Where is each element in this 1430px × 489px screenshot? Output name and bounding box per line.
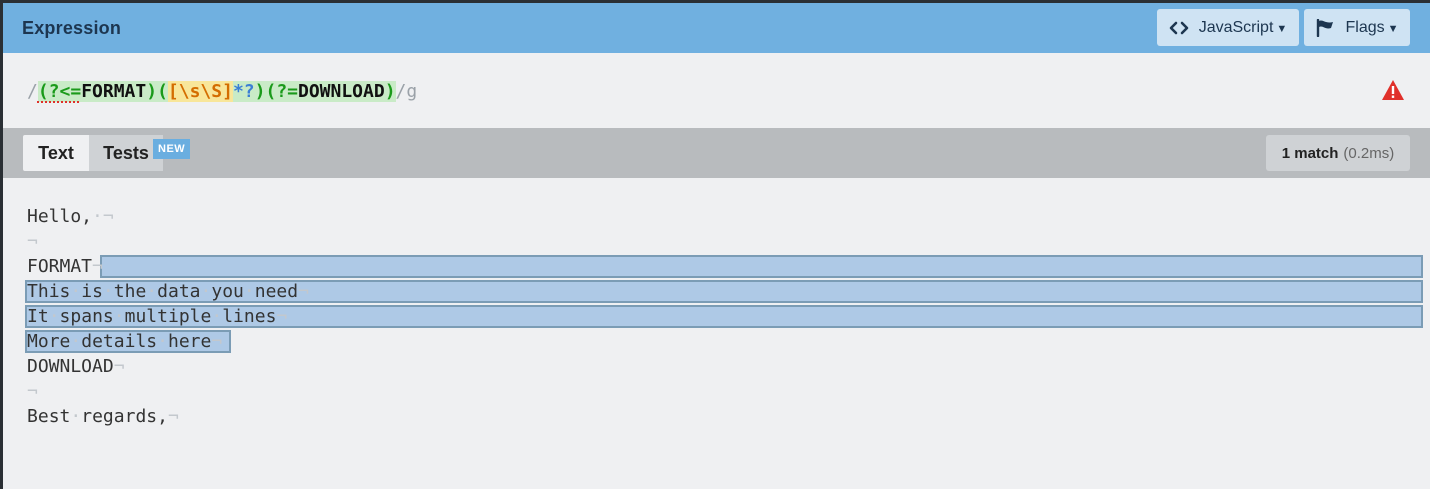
line-text: Hello, xyxy=(27,206,93,227)
line-text: This·is·the·data·you·need xyxy=(27,281,299,302)
expression-header: Expression JavaScript ▼ Flags ▼ xyxy=(3,3,1430,53)
match-highlight xyxy=(100,255,1423,278)
text-line: ¬ xyxy=(27,379,38,404)
new-badge: NEW xyxy=(153,139,191,159)
lookahead-close-token: ) xyxy=(384,81,396,102)
line-text: More·details·here xyxy=(27,331,212,352)
lookbehind-group: (?<=FORMAT) xyxy=(37,81,158,102)
space-marker: · xyxy=(48,306,60,327)
capture-group-close: ) xyxy=(254,81,266,102)
flags-label: Flags xyxy=(1345,18,1385,36)
text-line: FORMAT¬ xyxy=(27,254,103,279)
match-info-badge[interactable]: 1 match (0.2ms) xyxy=(1266,135,1410,171)
whitespace-marker: ¬ xyxy=(113,356,125,377)
line-text: FORMAT xyxy=(27,256,93,277)
line-text: DOWNLOAD xyxy=(27,356,114,377)
regex-expression-input[interactable]: /(?<=FORMAT)([\s\S]*?)(?=DOWNLOAD)/g xyxy=(27,81,417,103)
expression-title: Expression xyxy=(22,18,122,38)
space-marker: · xyxy=(157,331,168,352)
text-line: Hello,·¬ xyxy=(27,204,114,229)
regex-open-slash: / xyxy=(27,81,38,102)
space-marker: · xyxy=(113,306,125,327)
lookbehind-literal: FORMAT xyxy=(81,81,147,102)
character-set-token: [\s\S] xyxy=(167,81,233,102)
line-text: Best·regards, xyxy=(27,406,168,427)
chevron-down-icon: ▼ xyxy=(1387,22,1399,35)
match-time: (0.2ms) xyxy=(1343,144,1395,162)
tab-tests[interactable]: Tests xyxy=(89,135,163,171)
space-marker: · xyxy=(70,281,82,302)
lazy-quantifier-token: *? xyxy=(232,81,255,102)
chevron-down-icon: ▼ xyxy=(1276,22,1288,35)
flags-button[interactable]: Flags ▼ xyxy=(1304,9,1410,46)
warning-triangle-icon[interactable] xyxy=(1381,79,1405,101)
space-marker: · xyxy=(70,406,82,427)
tab-text[interactable]: Text xyxy=(23,135,89,171)
space-marker: · xyxy=(243,281,255,302)
whitespace-marker: ¬ xyxy=(298,281,309,302)
regex-flags[interactable]: g xyxy=(406,81,417,102)
test-string-editor[interactable]: Hello,·¬ ¬ FORMAT¬ This·is·the·data·you·… xyxy=(3,178,1430,489)
regex-close-slash: / xyxy=(395,81,407,102)
space-marker: · xyxy=(70,331,82,352)
flag-icon xyxy=(1315,18,1335,37)
lookbehind-close-token: ) xyxy=(146,81,158,102)
expression-input-row[interactable]: /(?<=FORMAT)([\s\S]*?)(?=DOWNLOAD)/g xyxy=(3,53,1430,128)
lookahead-group: (?=DOWNLOAD) xyxy=(265,81,396,102)
javascript-flavor-label: JavaScript xyxy=(1198,18,1274,36)
capture-group-open: ( xyxy=(157,81,168,102)
lookahead-open-token: (?= xyxy=(265,81,298,102)
code-brackets-icon xyxy=(1169,21,1189,35)
text-line: This·is·the·data·you·need¬ xyxy=(27,279,309,304)
space-marker: · xyxy=(146,281,158,302)
space-marker: · xyxy=(200,281,212,302)
space-marker: · xyxy=(211,306,223,327)
whitespace-marker: ¬ xyxy=(27,231,38,252)
line-text: It·spans·multiple·lines xyxy=(27,306,277,327)
space-marker: · xyxy=(102,281,114,302)
whitespace-marker: ¬ xyxy=(92,256,103,277)
text-line: DOWNLOAD¬ xyxy=(27,354,125,379)
javascript-flavor-button[interactable]: JavaScript ▼ xyxy=(1157,9,1299,46)
text-line: ¬ xyxy=(27,229,38,254)
match-count: 1 match xyxy=(1281,144,1339,162)
text-tabs-bar: Text Tests NEW 1 match (0.2ms) xyxy=(3,128,1430,178)
text-line: It·spans·multiple·lines¬ xyxy=(27,304,287,329)
whitespace-marker: ¬ xyxy=(211,331,223,352)
whitespace-marker: ¬ xyxy=(27,381,38,402)
text-line: Best·regards,¬ xyxy=(27,404,179,429)
whitespace-marker: ·¬ xyxy=(92,206,114,227)
lookbehind-open-token: (?<= xyxy=(37,81,82,102)
lookahead-literal: DOWNLOAD xyxy=(298,81,385,102)
whitespace-marker: ¬ xyxy=(276,306,288,327)
whitespace-marker: ¬ xyxy=(167,406,179,427)
text-line: More·details·here¬ xyxy=(27,329,222,354)
